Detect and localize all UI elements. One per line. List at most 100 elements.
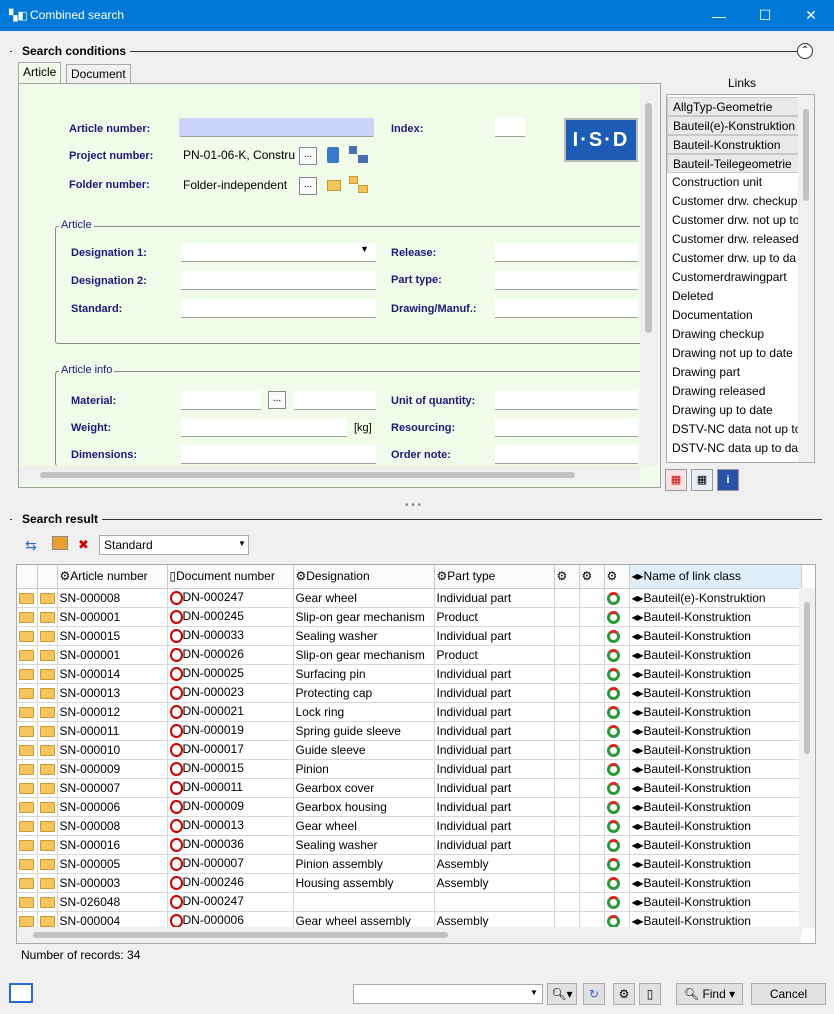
link-item[interactable]: Bauteil-Konstruktion [667, 135, 814, 154]
links-list[interactable]: AllgTyp-Geometrie Bauteil(e)-Konstruktion… [666, 94, 815, 463]
col-folder[interactable] [37, 565, 58, 589]
designation-cell: Protecting cap [293, 683, 435, 703]
links-scrollbar[interactable] [798, 95, 814, 462]
table-row[interactable]: SN-000008 DN-000247 Gear wheel Individual p… [17, 588, 802, 608]
link-item[interactable]: AllgTyp-Geometrie [667, 97, 814, 116]
maximize-button[interactable]: ☐ [742, 0, 788, 31]
link-item[interactable]: Customer drw. not up to [667, 211, 814, 230]
unit-of-quantity-input[interactable] [495, 391, 638, 410]
link-item[interactable]: Drawing part [667, 363, 814, 382]
material-input[interactable] [181, 391, 261, 410]
project-browse-button[interactable]: ... [299, 147, 317, 165]
folder-tree-icon[interactable] [349, 176, 369, 194]
chevron-down-icon[interactable]: ▼ [530, 988, 538, 997]
search-options-button[interactable]: 🔍︎▾ [547, 983, 577, 1005]
link-item[interactable]: Customer drw. up to da [667, 249, 814, 268]
link-item[interactable]: Customerdrawingpart [667, 268, 814, 287]
table-row[interactable]: SN-000006 DN-000009 Gearbox housing Individ… [17, 797, 802, 817]
collapse-icon[interactable]: ⌃ [797, 43, 813, 59]
profile-select[interactable]: Standard [99, 535, 249, 555]
col-part-type[interactable]: ⚙Part type [434, 565, 555, 589]
project-book-icon[interactable] [327, 147, 339, 163]
link-item[interactable]: Drawing checkup [667, 325, 814, 344]
designation1-select[interactable] [181, 243, 376, 262]
link-item[interactable]: DSTV-NC data not up to [667, 420, 814, 439]
table-row[interactable]: SN-000005 DN-000007 Pinion assembly Assembl… [17, 854, 802, 874]
material-extra-input[interactable] [294, 391, 376, 410]
window-mode-icon[interactable] [9, 983, 33, 1003]
col-document-number[interactable]: ▯Document number [167, 565, 294, 589]
document-settings-button[interactable]: ▯ [639, 983, 661, 1005]
table-row[interactable]: SN-000011 DN-000019 Spring guide sleeve Ind… [17, 721, 802, 741]
index-input[interactable] [495, 118, 525, 137]
find-button[interactable]: 🔍︎ Find ▾ [676, 983, 743, 1005]
link-item[interactable]: Customer drw. released [667, 230, 814, 249]
minimize-button[interactable]: — [696, 0, 742, 31]
col-status[interactable] [17, 565, 38, 589]
settings-button[interactable]: ⚙ [613, 983, 635, 1005]
resourcing-input[interactable] [495, 418, 638, 437]
designation2-input[interactable] [181, 271, 376, 290]
chevron-down-icon[interactable]: ▼ [360, 244, 369, 254]
table-row[interactable]: SN-000012 DN-000021 Lock ring Individual pa… [17, 702, 802, 722]
tab-article[interactable]: Article [18, 62, 62, 84]
link-item[interactable]: Customer drw. checkup [667, 192, 814, 211]
folder-icon[interactable] [327, 180, 341, 191]
table-red-icon[interactable]: ▦ [665, 469, 687, 491]
col-gear-1[interactable]: ⚙ [554, 565, 580, 589]
dimensions-input[interactable] [181, 445, 376, 464]
standard-input[interactable] [181, 299, 376, 318]
delete-profile-icon[interactable]: ✖ [78, 537, 89, 553]
chevron-down-icon[interactable]: ▼ [238, 539, 246, 548]
table-row[interactable]: SN-026048 DN-000247 ◂▸Bauteil-Konstruktion [17, 892, 802, 912]
form-horizontal-scrollbar[interactable] [20, 466, 640, 484]
table-grid-icon[interactable]: ▦ [691, 469, 713, 491]
table-row[interactable]: SN-000009 DN-000015 Pinion Individual part ◂… [17, 759, 802, 779]
link-item[interactable]: Drawing released [667, 382, 814, 401]
image-export-icon[interactable] [52, 536, 68, 550]
col-gear-3[interactable]: ⚙ [604, 565, 630, 589]
footer-dropdown[interactable] [353, 984, 543, 1004]
cancel-button[interactable]: Cancel [751, 983, 826, 1005]
refresh-arrows-icon[interactable]: ⇆ [25, 537, 37, 554]
table-row[interactable]: SN-000016 DN-000036 Sealing washer Individu… [17, 835, 802, 855]
part-type-input[interactable] [495, 271, 638, 290]
link-item[interactable]: Documentation [667, 306, 814, 325]
link-item[interactable]: Bauteil-Teilegeometrie [667, 154, 814, 173]
article-number-input[interactable] [179, 118, 374, 137]
col-gear-2[interactable]: ⚙ [579, 565, 605, 589]
result-horizontal-scrollbar[interactable] [17, 927, 801, 943]
close-button[interactable]: ✕ [788, 0, 834, 31]
release-input[interactable] [495, 243, 638, 262]
tab-document[interactable]: Document [66, 64, 131, 84]
table-row[interactable]: SN-000003 DN-000246 Housing assembly Assemb… [17, 873, 802, 893]
project-tree-icon[interactable] [349, 146, 369, 164]
table-row[interactable]: SN-000010 DN-000017 Guide sleeve Individual… [17, 740, 802, 760]
info-icon[interactable]: i [717, 469, 739, 491]
folder-browse-button[interactable]: ... [299, 177, 317, 195]
table-row[interactable]: SN-000015 DN-000033 Sealing washer Individu… [17, 626, 802, 646]
weight-input[interactable] [181, 418, 347, 437]
link-item[interactable]: Bauteil(e)-Konstruktion [667, 116, 814, 135]
link-item[interactable]: Drawing not up to date [667, 344, 814, 363]
col-article-number[interactable]: ⚙Article number [57, 565, 168, 589]
col-designation[interactable]: ⚙Designation [293, 565, 435, 589]
link-item[interactable]: Deleted [667, 287, 814, 306]
result-vertical-scrollbar[interactable] [799, 588, 815, 928]
table-row[interactable]: SN-000001 DN-000026 Slip-on gear mechanism… [17, 645, 802, 665]
splitter-grip[interactable]: • • • [405, 500, 421, 511]
table-row[interactable]: SN-000014 DN-000025 Surfacing pin Individua… [17, 664, 802, 684]
order-note-input[interactable] [495, 445, 638, 464]
col-link-class[interactable]: ◂▸Name of link class [629, 565, 802, 589]
form-vertical-scrollbar[interactable] [640, 85, 658, 465]
material-browse-button[interactable]: ... [268, 391, 286, 409]
link-item[interactable]: Construction unit [667, 173, 814, 192]
drawing-manuf-input[interactable] [495, 299, 638, 318]
table-row[interactable]: SN-000008 DN-000013 Gear wheel Individual p… [17, 816, 802, 836]
reload-button[interactable]: ↻ [583, 983, 605, 1005]
table-row[interactable]: SN-000001 DN-000245 Slip-on gear mechanism… [17, 607, 802, 627]
table-row[interactable]: SN-000013 DN-000023 Protecting cap Individu… [17, 683, 802, 703]
link-item[interactable]: DSTV-NC data up to dat [667, 439, 814, 458]
link-item[interactable]: Drawing up to date [667, 401, 814, 420]
table-row[interactable]: SN-000007 DN-000011 Gearbox cover Individua… [17, 778, 802, 798]
